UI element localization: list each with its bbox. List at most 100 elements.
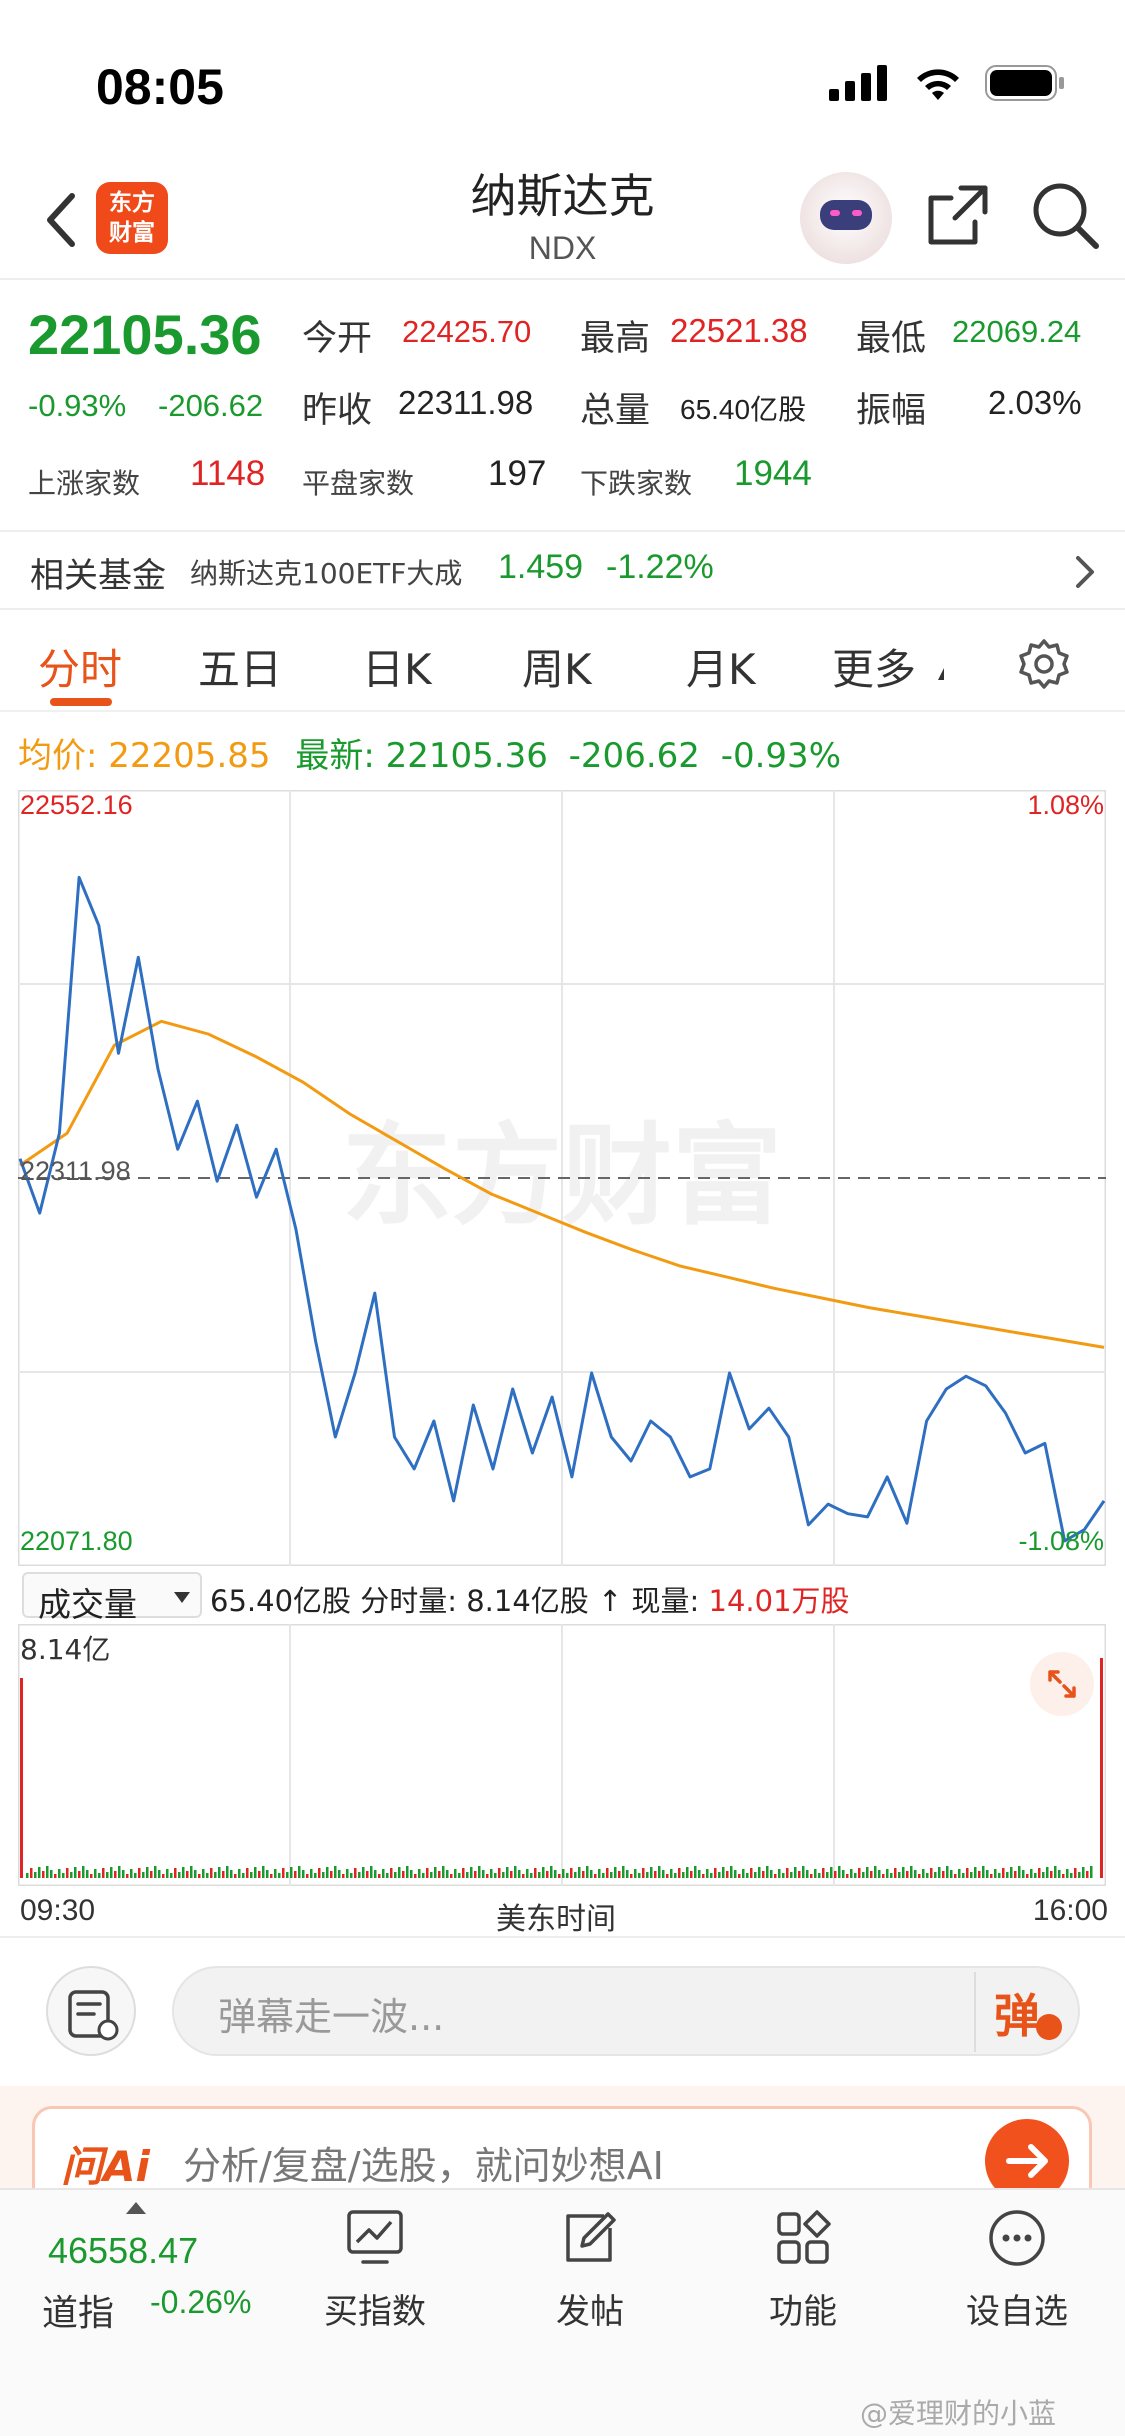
volume-bar bbox=[762, 1871, 765, 1878]
related-fund-row[interactable]: 相关基金 纳斯达克100ETF大成 1.459 -1.22% bbox=[0, 530, 1125, 610]
volume-bar bbox=[1002, 1868, 1005, 1878]
chart-max-label: 22552.16 bbox=[20, 790, 133, 820]
volume-bar bbox=[322, 1872, 325, 1878]
volume-bar bbox=[1086, 1871, 1089, 1878]
gear-icon[interactable] bbox=[1018, 638, 1070, 690]
volume-bar bbox=[1030, 1869, 1033, 1878]
latest-price-label: 最新: bbox=[295, 736, 375, 776]
volume-bar bbox=[894, 1868, 897, 1878]
tab-more[interactable]: 更多 bbox=[832, 636, 916, 697]
notes-button[interactable] bbox=[46, 1966, 136, 2056]
nav-buy-index[interactable]: 买指数 bbox=[300, 2208, 450, 2348]
volume-bar bbox=[290, 1867, 293, 1878]
volume-label: 总量 bbox=[580, 391, 651, 431]
tab-monthly-k[interactable]: 月K bbox=[686, 636, 756, 697]
volume-bar bbox=[158, 1870, 161, 1878]
avg-price-value: 22205.85 bbox=[108, 736, 271, 776]
volume-bar bbox=[510, 1871, 513, 1878]
volume-bar bbox=[1046, 1867, 1049, 1878]
volume-bar bbox=[934, 1872, 937, 1878]
danmu-toggle-button[interactable]: 弹 bbox=[994, 1974, 1074, 2050]
danmu-input[interactable]: 弹幕走一波... 弹 bbox=[172, 1966, 1080, 2056]
volume-bar bbox=[598, 1869, 601, 1878]
nav-functions[interactable]: 功能 bbox=[728, 2208, 878, 2348]
latest-change-value: -206.62 bbox=[568, 736, 700, 776]
source-credit: @爱理财的小蓝 bbox=[860, 2397, 1057, 2430]
volume-bar bbox=[850, 1869, 853, 1878]
volume-bar bbox=[358, 1872, 361, 1878]
volume-bar bbox=[982, 1866, 985, 1878]
volume-bar bbox=[930, 1868, 933, 1878]
volume-bar bbox=[834, 1871, 837, 1878]
volume-bar bbox=[734, 1870, 737, 1878]
volume-bar bbox=[1010, 1867, 1013, 1878]
chart-min-pct-label: -1.08% bbox=[1018, 1526, 1104, 1556]
intraday-chart[interactable]: 东方财富 22552.16 1.08% 22311.98 22071.80 -1… bbox=[17, 789, 1107, 1567]
flat-count-label: 平盘家数 bbox=[302, 467, 415, 500]
volume-bar bbox=[1014, 1871, 1017, 1878]
volume-bar bbox=[198, 1874, 201, 1878]
amplitude-label: 振幅 bbox=[856, 391, 927, 431]
tab-daily-k[interactable]: 日K bbox=[362, 636, 432, 697]
index-ticker[interactable]: 46558.47 道指 -0.26% bbox=[0, 2190, 290, 2360]
indicator-selector-label: 成交量 bbox=[38, 1585, 137, 1624]
volume-chart[interactable]: 8.14亿 bbox=[17, 1623, 1107, 1887]
chart-baseline-label: 22311.98 bbox=[20, 1156, 131, 1186]
indicator-selector[interactable]: 成交量 bbox=[22, 1572, 202, 1624]
volume-bar bbox=[398, 1867, 401, 1878]
nav-post[interactable]: 发帖 bbox=[515, 2208, 665, 2348]
volume-bar bbox=[922, 1869, 925, 1878]
volume-bar bbox=[578, 1867, 581, 1878]
volume-bar bbox=[206, 1873, 209, 1878]
volume-bar bbox=[874, 1866, 877, 1878]
search-icon[interactable] bbox=[1030, 180, 1100, 250]
volume-bar bbox=[370, 1866, 373, 1878]
volume-bar bbox=[438, 1871, 441, 1878]
ai-assistant-avatar[interactable] bbox=[800, 172, 892, 264]
volume-bar bbox=[742, 1869, 745, 1878]
volume-bar bbox=[382, 1869, 385, 1878]
avg-price-label: 均价: bbox=[18, 736, 98, 776]
volume-bar bbox=[50, 1870, 53, 1878]
volume-bar bbox=[250, 1872, 253, 1878]
volume-bar bbox=[114, 1871, 117, 1878]
volume-bar bbox=[546, 1871, 549, 1878]
volume-bar bbox=[962, 1873, 965, 1878]
ai-prompt-text: 分析/复盘/选股，就问妙想AI bbox=[183, 2144, 664, 2188]
edit-icon bbox=[566, 2212, 616, 2262]
expand-chart-button[interactable] bbox=[1030, 1652, 1094, 1716]
ai-banner: 问Ai 分析/复盘/选股，就问妙想AI bbox=[0, 2086, 1125, 2206]
volume-bar bbox=[746, 1873, 749, 1878]
tab-intraday[interactable]: 分时 bbox=[38, 636, 122, 697]
volume-bar bbox=[1054, 1866, 1057, 1878]
volume-bar bbox=[802, 1866, 805, 1878]
amplitude-value: 2.03% bbox=[988, 384, 1082, 421]
volume-bar bbox=[442, 1866, 445, 1878]
tab-five-day[interactable]: 五日 bbox=[198, 636, 282, 697]
volume-bar bbox=[310, 1869, 313, 1878]
nav-add-watchlist[interactable]: 设自选 bbox=[942, 2208, 1092, 2348]
share-icon[interactable] bbox=[925, 182, 991, 248]
related-fund-change: -1.22% bbox=[606, 548, 714, 586]
volume-bar bbox=[134, 1873, 137, 1878]
volume-bar bbox=[754, 1872, 757, 1878]
volume-bar bbox=[926, 1873, 929, 1878]
volume-bar bbox=[1058, 1870, 1061, 1878]
volume-bar bbox=[1070, 1873, 1073, 1878]
flat-count-value: 197 bbox=[488, 454, 547, 493]
volume-bar bbox=[818, 1873, 821, 1878]
tab-weekly-k[interactable]: 周K bbox=[522, 636, 592, 697]
notes-icon bbox=[68, 1990, 119, 2041]
volume-bar bbox=[254, 1867, 257, 1878]
volume-bar bbox=[506, 1867, 509, 1878]
volume-bar bbox=[222, 1871, 225, 1878]
danmu-input-placeholder: 弹幕走一波... bbox=[218, 1995, 445, 2039]
volume-bar bbox=[646, 1872, 649, 1878]
open-label: 今开 bbox=[302, 319, 373, 359]
volume-bar bbox=[642, 1868, 645, 1878]
volume-bar bbox=[778, 1869, 781, 1878]
volume-bar bbox=[750, 1868, 753, 1878]
volume-bar bbox=[526, 1869, 529, 1878]
volume-bar bbox=[494, 1873, 497, 1878]
volume-bar bbox=[726, 1871, 729, 1878]
